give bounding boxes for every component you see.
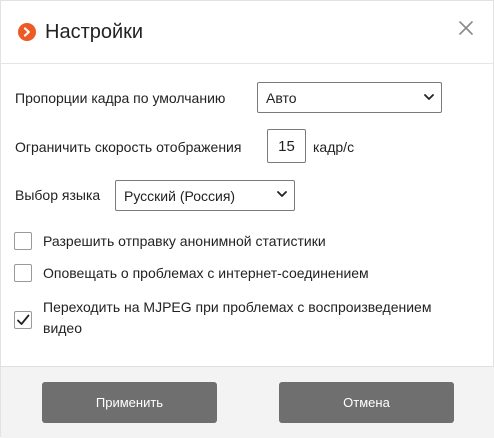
checkmark-icon bbox=[17, 314, 30, 325]
language-label: Выбор языка bbox=[15, 187, 101, 203]
mjpeg-fallback-checkbox[interactable] bbox=[14, 311, 32, 329]
dialog-title: Настройки bbox=[45, 21, 144, 43]
aspect-ratio-select[interactable]: Авто bbox=[257, 82, 442, 113]
close-icon[interactable] bbox=[456, 18, 476, 38]
connection-alerts-checkbox[interactable] bbox=[14, 264, 32, 282]
aspect-ratio-label: Пропорции кадра по умолчанию bbox=[15, 90, 226, 106]
language-select[interactable]: Русский (Россия) bbox=[115, 180, 295, 211]
anonymous-stats-checkbox[interactable] bbox=[14, 232, 32, 250]
settings-dialog: Настройки Пропорции кадра по умолчанию А… bbox=[0, 0, 494, 438]
cancel-button[interactable]: Отмена bbox=[279, 382, 454, 423]
connection-alerts-label: Оповещать о проблемах с интернет-соедине… bbox=[43, 265, 369, 281]
fps-unit-label: кадр/с bbox=[313, 139, 355, 155]
fps-limit-input[interactable] bbox=[267, 129, 306, 163]
apply-button[interactable]: Применить bbox=[42, 382, 217, 423]
mjpeg-fallback-label: Переходить на MJPEG при проблемах с восп… bbox=[43, 299, 432, 336]
title-bar: Настройки bbox=[1, 1, 494, 63]
anonymous-stats-label: Разрешить отправку анонимной статистики bbox=[43, 233, 326, 249]
orange-chevron-right-icon bbox=[18, 23, 36, 41]
fps-limit-label: Ограничить скорость отображения bbox=[15, 139, 242, 155]
title-divider bbox=[1, 63, 494, 64]
